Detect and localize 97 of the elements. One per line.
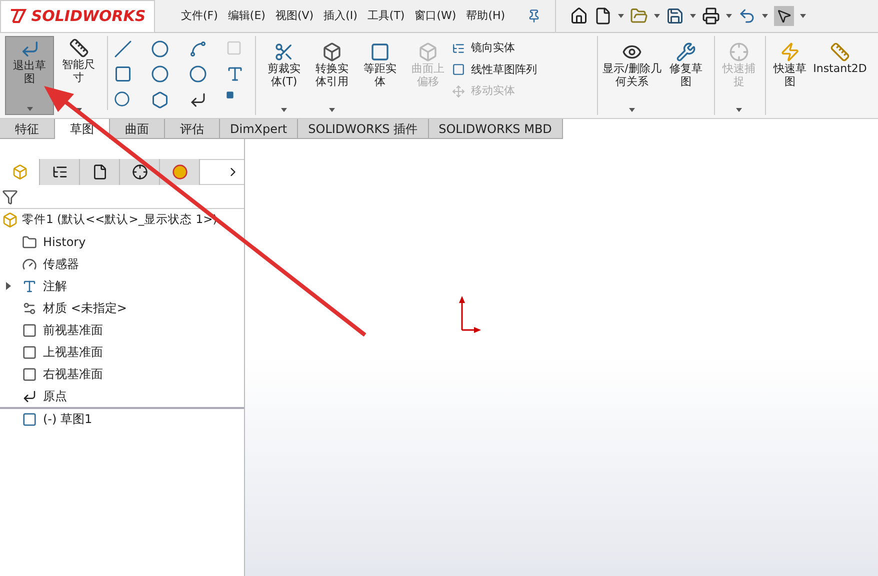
tree-item[interactable]: 原点 bbox=[43, 387, 67, 405]
caret-icon[interactable] bbox=[690, 14, 696, 18]
tool-button[interactable]: 快速草图 bbox=[765, 36, 811, 115]
save-icon[interactable] bbox=[666, 7, 684, 25]
caret-icon[interactable] bbox=[654, 14, 660, 18]
surface-icon bbox=[418, 42, 438, 62]
cube-icon bbox=[322, 42, 342, 62]
menu-item[interactable]: 工具(T) bbox=[367, 8, 405, 24]
caret-icon[interactable] bbox=[800, 14, 806, 18]
tool-list-item[interactable]: 镜向实体 bbox=[452, 40, 592, 56]
slot-icon[interactable] bbox=[114, 90, 130, 107]
plane-icon bbox=[22, 322, 37, 338]
gauge-icon bbox=[22, 256, 37, 272]
tool-button[interactable]: 等距实体 bbox=[356, 36, 404, 115]
list-icon bbox=[52, 164, 68, 180]
tree-item[interactable]: 前视基准面 bbox=[43, 321, 103, 339]
tool-list-item[interactable]: 线性草图阵列 bbox=[452, 62, 592, 78]
new-file-icon[interactable] bbox=[594, 7, 612, 25]
caret-icon[interactable] bbox=[726, 14, 732, 18]
ellipse-icon[interactable] bbox=[188, 65, 206, 84]
tab[interactable]: DimXpert bbox=[220, 119, 298, 139]
text-icon[interactable] bbox=[226, 65, 244, 84]
lightning-icon bbox=[780, 42, 800, 62]
arc-icon[interactable] bbox=[151, 65, 170, 84]
document-icon bbox=[92, 164, 108, 180]
tool-button[interactable]: 显示/删除几何关系 bbox=[597, 36, 663, 115]
material-icon bbox=[22, 300, 37, 316]
sketch-icon bbox=[22, 412, 37, 426]
tree-item[interactable]: History bbox=[43, 233, 86, 251]
caret-icon[interactable] bbox=[618, 14, 624, 18]
annotation-icon bbox=[22, 278, 37, 294]
open-folder-icon[interactable] bbox=[630, 7, 648, 25]
tool-button[interactable]: Instant2D bbox=[811, 36, 869, 115]
undo-icon[interactable] bbox=[738, 7, 756, 25]
mirror-icon bbox=[452, 42, 465, 55]
expand-arrow-icon[interactable] bbox=[6, 282, 11, 290]
menu-item[interactable]: 视图(V) bbox=[275, 8, 314, 24]
caret-icon[interactable] bbox=[329, 108, 335, 112]
dimension-icon bbox=[68, 38, 88, 58]
tree-item[interactable]: 右视基准面 bbox=[43, 365, 103, 383]
tool-button[interactable]: 智能尺寸 bbox=[54, 36, 103, 115]
menu-item[interactable]: 帮助(H) bbox=[466, 8, 506, 24]
spline-icon[interactable] bbox=[188, 40, 206, 58]
plane-icon bbox=[22, 366, 37, 382]
ruler-icon bbox=[830, 42, 850, 62]
caret-icon[interactable] bbox=[629, 108, 635, 112]
tool-button[interactable]: 退出草图 bbox=[5, 36, 54, 115]
tab[interactable]: 特征 bbox=[0, 119, 55, 139]
snap-icon bbox=[729, 42, 749, 62]
scissors-icon bbox=[274, 42, 294, 62]
line-icon[interactable] bbox=[114, 40, 132, 58]
caret-icon[interactable] bbox=[26, 107, 32, 111]
caret-icon[interactable] bbox=[762, 14, 768, 18]
tree-item[interactable]: 注解 bbox=[43, 277, 67, 295]
tool-button[interactable]: 转换实体引用 bbox=[308, 36, 356, 115]
sketch-exit-icon bbox=[20, 39, 40, 59]
panel-tab[interactable] bbox=[40, 159, 80, 185]
wrench-icon bbox=[676, 42, 696, 62]
home-icon[interactable] bbox=[570, 7, 588, 25]
tree-item[interactable]: 材质 <未指定> bbox=[43, 299, 127, 317]
crosshair-icon bbox=[132, 164, 148, 180]
caret-icon[interactable] bbox=[76, 108, 82, 112]
plane-icon bbox=[22, 344, 37, 360]
tool-button[interactable]: 剪裁实体(T) bbox=[260, 36, 308, 115]
point-icon[interactable] bbox=[226, 90, 234, 99]
tab[interactable]: SOLIDWORKS MBD bbox=[428, 119, 563, 139]
pattern-icon bbox=[452, 63, 465, 76]
select-button[interactable] bbox=[774, 6, 794, 26]
menu-item[interactable]: 编辑(E) bbox=[228, 8, 266, 24]
filter-icon[interactable] bbox=[2, 188, 18, 204]
folder-icon bbox=[22, 234, 37, 250]
caret-icon[interactable] bbox=[281, 108, 287, 112]
part-icon bbox=[12, 164, 28, 180]
panel-tab[interactable] bbox=[80, 159, 120, 185]
menu-item[interactable]: 文件(F) bbox=[181, 8, 218, 24]
tab[interactable]: 曲面 bbox=[110, 119, 165, 139]
part-icon bbox=[2, 212, 18, 228]
logo-text: SOLIDWORKS bbox=[31, 6, 146, 27]
pin-icon[interactable] bbox=[527, 9, 542, 23]
offset-icon bbox=[370, 42, 390, 62]
tab[interactable]: SOLIDWORKS 插件 bbox=[298, 119, 429, 139]
rectangle-icon[interactable] bbox=[114, 65, 132, 84]
tree-item[interactable]: (-) 草图1 bbox=[43, 410, 92, 428]
circle-icon[interactable] bbox=[151, 40, 170, 58]
polygon-icon[interactable] bbox=[151, 90, 170, 109]
move-icon bbox=[452, 84, 465, 98]
color-ball-icon bbox=[172, 164, 188, 180]
tab[interactable]: 评估 bbox=[165, 119, 220, 139]
origin-icon bbox=[22, 388, 37, 404]
logo-mark-icon bbox=[9, 8, 28, 24]
menu-item[interactable]: 窗口(W) bbox=[414, 8, 456, 24]
tree-item[interactable]: 传感器 bbox=[43, 255, 79, 273]
menu-item[interactable]: 插入(I) bbox=[324, 8, 358, 24]
tree-item[interactable]: 上视基准面 bbox=[43, 343, 103, 361]
panel-tab[interactable] bbox=[120, 159, 160, 185]
tool-button[interactable]: 修复草图 bbox=[663, 36, 709, 115]
print-icon[interactable] bbox=[702, 7, 720, 25]
